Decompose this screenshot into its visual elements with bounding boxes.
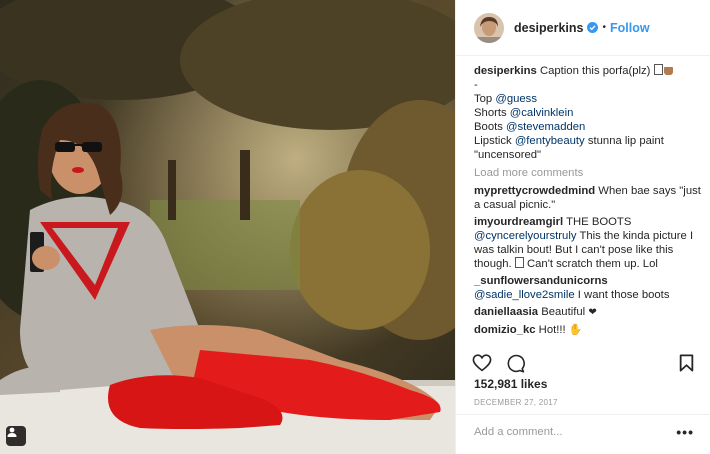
comment-username[interactable]: myprettycrowdedmind [474, 185, 595, 197]
post-photo[interactable] [0, 0, 455, 454]
coffee-emoji-icon [663, 67, 673, 75]
likes-count[interactable]: 152,981 likes [474, 377, 547, 391]
comments-list: desiperkins Caption this porfa(plz) - To… [474, 64, 702, 340]
caption-line-label: Lipstick [474, 135, 512, 147]
header-username[interactable]: desiperkins [514, 21, 583, 35]
avatar[interactable] [474, 12, 504, 43]
comment-username[interactable]: imyourdreamgirl [474, 216, 563, 228]
caption-dash: - [474, 79, 478, 91]
mention-link[interactable]: @cyncerelyourstruly [474, 230, 577, 242]
comment: _sunflowersandunicorns @sadie_llove2smil… [474, 274, 702, 302]
comment-username[interactable]: _sunflowersandunicorns [474, 275, 608, 287]
emoji-placeholder-icon [653, 64, 663, 75]
caption-line: Lipstick @fentybeauty stunna lip paint [474, 134, 702, 148]
add-comment-input[interactable] [474, 426, 664, 438]
divider [456, 414, 710, 415]
caption-username[interactable]: desiperkins [474, 65, 537, 77]
comment-text: Beautiful [541, 306, 586, 318]
heart-icon[interactable] [472, 354, 492, 372]
comment: daniellaasia Beautiful ❤ [474, 305, 702, 320]
mention-link[interactable]: @calvinklein [510, 107, 574, 119]
comment-username[interactable]: domizio_kc [474, 324, 536, 336]
more-options-icon[interactable]: ••• [676, 424, 694, 440]
caption-line: Top @guess [474, 92, 702, 106]
mention-link[interactable]: @guess [495, 93, 537, 105]
mention-link[interactable]: @fentybeauty [515, 135, 585, 147]
load-more-comments-link[interactable]: Load more comments [474, 166, 702, 180]
person-tag-glyph [7, 427, 17, 437]
caption-last-line: "uncensored" [474, 149, 542, 161]
post-side-panel: desiperkins • Follow desiperkins Caption… [455, 0, 710, 454]
caption-text: Caption this porfa(plz) [539, 65, 651, 77]
instagram-post: desiperkins • Follow desiperkins Caption… [0, 0, 710, 454]
avatar-image [474, 12, 504, 43]
comment: imyourdreamgirl THE BOOTS @cyncerelyours… [474, 215, 702, 271]
comment: domizio_kc Hot!!! ✋ [474, 323, 702, 337]
comment-text: THE BOOTS [566, 216, 632, 228]
person-tag-icon[interactable] [6, 426, 26, 446]
comment-username[interactable]: daniellaasia [474, 306, 538, 318]
comment-icon[interactable] [506, 354, 525, 373]
caption-line-label: Top [474, 93, 493, 105]
caption: desiperkins Caption this porfa(plz) - To… [474, 64, 702, 162]
comment: myprettycrowdedmind When bae says "just … [474, 184, 702, 212]
bookmark-icon[interactable] [679, 354, 694, 372]
clap-emoji-icon: ✋ [568, 324, 583, 336]
heart-emoji-icon: ❤ [588, 307, 597, 318]
separator-dot: • [602, 22, 606, 33]
caption-line-label: Shorts [474, 107, 507, 119]
post-header: desiperkins • Follow [456, 0, 710, 56]
post-date[interactable]: DECEMBER 27, 2017 [474, 398, 558, 407]
caption-line-tail: stunna lip paint [587, 135, 664, 147]
verified-badge-icon [587, 22, 599, 33]
comment-text: Can't scratch them up. Lol [526, 258, 658, 270]
photo-illustration [0, 0, 455, 454]
comment-text: Hot!!! [538, 324, 566, 336]
action-bar [472, 352, 694, 374]
mention-link[interactable]: @stevemadden [506, 121, 585, 133]
comment-text: I want those boots [577, 289, 670, 301]
mention-link[interactable]: @sadie_llove2smile [474, 289, 575, 301]
emoji-placeholder-icon [514, 257, 524, 268]
caption-line: Shorts @calvinklein [474, 106, 702, 120]
caption-line: Boots @stevemadden [474, 120, 702, 134]
caption-line-label: Boots [474, 121, 503, 133]
follow-button[interactable]: Follow [610, 21, 650, 35]
